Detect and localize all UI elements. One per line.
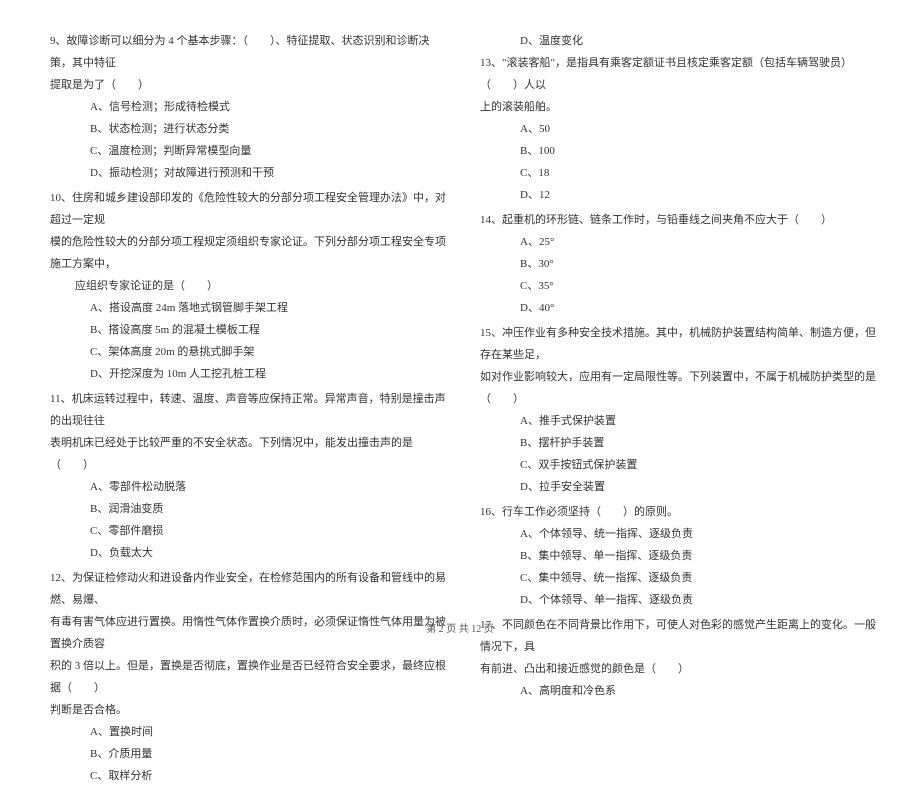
q12-cont2: 积的 3 倍以上。但是，置换是否彻底，置换作业是否已经符合安全要求，最终应根据（…: [50, 655, 450, 699]
q10-option-d: D、开挖深度为 10m 人工挖孔桩工程: [50, 363, 450, 385]
q11-option-b: B、润滑油变质: [50, 498, 450, 520]
q14-text: 14、起重机的环形链、链条工作时，与铅垂线之间夹角不应大于（ ）: [480, 209, 880, 231]
q10-text: 10、住房和城乡建设部印发的《危险性较大的分部分项工程安全管理办法》中，对超过一…: [50, 187, 450, 231]
q11-option-c: C、零部件磨损: [50, 520, 450, 542]
q14-option-c: C、35°: [480, 275, 880, 297]
q14-option-a: A、25°: [480, 231, 880, 253]
question-9: 9、故障诊断可以细分为 4 个基本步骤：（ ）、特征提取、状态识别和诊断决策，其…: [50, 30, 450, 184]
q17-option-a: A、高明度和冷色系: [480, 680, 880, 702]
q14-option-b: B、30°: [480, 253, 880, 275]
question-11: 11、机床运转过程中，转速、温度、声音等应保持正常。异常声音，特别是撞击声的出现…: [50, 388, 450, 564]
q12-option-b: B、介质用量: [50, 743, 450, 765]
q9-cont: 提取是为了（ ）: [50, 74, 450, 96]
q12-cont3: 判断是否合格。: [50, 699, 450, 721]
q12-text: 12、为保证检修动火和进设备内作业安全，在检修范围内的所有设备和管线中的易燃、易…: [50, 567, 450, 611]
q11-cont: 表明机床已经处于比较严重的不安全状态。下列情况中，能发出撞击声的是（ ）: [50, 432, 450, 476]
question-14: 14、起重机的环形链、链条工作时，与铅垂线之间夹角不应大于（ ） A、25° B…: [480, 209, 880, 319]
q16-text: 16、行车工作必须坚持（ ）的原则。: [480, 501, 880, 523]
q15-option-c: C、双手按钮式保护装置: [480, 454, 880, 476]
q9-option-a: A、信号检测；形成待检模式: [50, 96, 450, 118]
q13-option-b: B、100: [480, 140, 880, 162]
right-column: D、温度变化 13、"滚装客船"，是指具有乘客定额证书且核定乘客定额（包括车辆驾…: [480, 30, 880, 610]
q10-option-a: A、搭设高度 24m 落地式钢管脚手架工程: [50, 297, 450, 319]
q15-option-a: A、推手式保护装置: [480, 410, 880, 432]
q14-option-d: D、40°: [480, 297, 880, 319]
page-footer: 第 2 页 共 12 页: [0, 620, 920, 635]
page-content: 9、故障诊断可以细分为 4 个基本步骤：（ ）、特征提取、状态识别和诊断决策，其…: [50, 30, 880, 610]
q16-option-b: B、集中领导、单一指挥、逐级负责: [480, 545, 880, 567]
q15-option-b: B、摆杆护手装置: [480, 432, 880, 454]
q17-cont: 有前进、凸出和接近感觉的颜色是（ ）: [480, 658, 880, 680]
q13-option-d: D、12: [480, 184, 880, 206]
question-12: 12、为保证检修动火和进设备内作业安全，在检修范围内的所有设备和管线中的易燃、易…: [50, 567, 450, 787]
question-10: 10、住房和城乡建设部印发的《危险性较大的分部分项工程安全管理办法》中，对超过一…: [50, 187, 450, 385]
q16-option-c: C、集中领导、统一指挥、逐级负责: [480, 567, 880, 589]
q11-option-a: A、零部件松动脱落: [50, 476, 450, 498]
q9-text: 9、故障诊断可以细分为 4 个基本步骤：（ ）、特征提取、状态识别和诊断决策，其…: [50, 30, 450, 74]
q12-option-c: C、取样分析: [50, 765, 450, 787]
q10-cont2: 应组织专家论证的是（ ）: [50, 275, 450, 297]
q11-text: 11、机床运转过程中，转速、温度、声音等应保持正常。异常声音，特别是撞击声的出现…: [50, 388, 450, 432]
q12-option-d: D、温度变化: [480, 30, 880, 52]
q12-option-a: A、置换时间: [50, 721, 450, 743]
left-column: 9、故障诊断可以细分为 4 个基本步骤：（ ）、特征提取、状态识别和诊断决策，其…: [50, 30, 450, 610]
question-15: 15、冲压作业有多种安全技术措施。其中，机械防护装置结构简单、制造方便，但存在某…: [480, 322, 880, 498]
q16-option-d: D、个体领导、单一指挥、逐级负责: [480, 589, 880, 611]
question-16: 16、行车工作必须坚持（ ）的原则。 A、个体领导、统一指挥、逐级负责 B、集中…: [480, 501, 880, 611]
q13-cont: 上的滚装船舶。: [480, 96, 880, 118]
q13-option-c: C、18: [480, 162, 880, 184]
q10-cont1: 模的危险性较大的分部分项工程规定须组织专家论证。下列分部分项工程安全专项施工方案…: [50, 231, 450, 275]
q13-option-a: A、50: [480, 118, 880, 140]
q13-text: 13、"滚装客船"，是指具有乘客定额证书且核定乘客定额（包括车辆驾驶员）（ ）人…: [480, 52, 880, 96]
q10-option-c: C、架体高度 20m 的悬挑式脚手架: [50, 341, 450, 363]
q9-option-c: C、温度检测；判断异常模型向量: [50, 140, 450, 162]
q15-cont: 如对作业影响较大，应用有一定局限性等。下列装置中，不属于机械防护类型的是（ ）: [480, 366, 880, 410]
q15-text: 15、冲压作业有多种安全技术措施。其中，机械防护装置结构简单、制造方便，但存在某…: [480, 322, 880, 366]
q9-option-d: D、振动检测；对故障进行预测和干预: [50, 162, 450, 184]
q16-option-a: A、个体领导、统一指挥、逐级负责: [480, 523, 880, 545]
q15-option-d: D、拉手安全装置: [480, 476, 880, 498]
q9-option-b: B、状态检测；进行状态分类: [50, 118, 450, 140]
question-13: 13、"滚装客船"，是指具有乘客定额证书且核定乘客定额（包括车辆驾驶员）（ ）人…: [480, 52, 880, 206]
q10-option-b: B、搭设高度 5m 的混凝土模板工程: [50, 319, 450, 341]
q11-option-d: D、负载太大: [50, 542, 450, 564]
